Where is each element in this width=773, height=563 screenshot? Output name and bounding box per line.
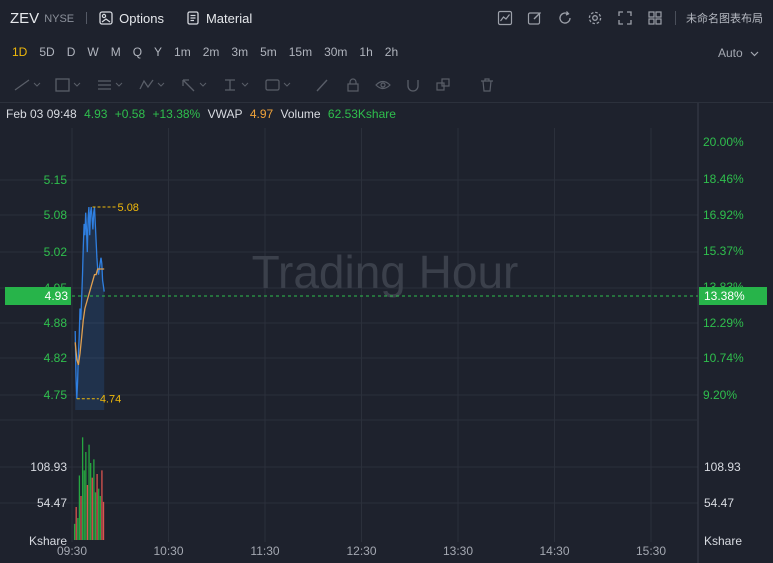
percent-tick-label: 20.00%: [703, 135, 744, 149]
volume-tick-label: 108.93: [30, 460, 67, 474]
volume-bar: [91, 477, 93, 540]
price-tick-label: 4.82: [44, 351, 68, 365]
volume-bar: [93, 459, 95, 540]
volume-bar: [75, 507, 77, 540]
percent-tick-label: 12.29%: [703, 316, 744, 330]
volume-bar: [80, 496, 82, 540]
current-pct-tag-label: 13.38%: [704, 289, 745, 303]
quote-info-line: Feb 03 09:48 4.93 +0.58 +13.38% VWAP 4.9…: [6, 107, 400, 121]
time-tick-label: 11:30: [250, 544, 279, 558]
price-chart[interactable]: Trading Hour5.084.745.155.085.024.954.88…: [0, 0, 773, 563]
volume-bar: [88, 444, 90, 540]
current-price-tag-label: 4.93: [45, 289, 69, 303]
info-price: 4.93: [84, 107, 108, 121]
info-change: +0.58: [114, 107, 146, 121]
time-tick-label: 09:30: [57, 544, 87, 558]
watermark-text: Trading Hour: [252, 246, 519, 298]
time-tick-label: 14:30: [539, 544, 569, 558]
volume-bar: [90, 463, 92, 540]
percent-tick-label: 15.37%: [703, 244, 744, 258]
volume-tick-label: 54.47: [37, 496, 67, 510]
low-marker-label: 4.74: [100, 394, 121, 406]
volume-bar: [78, 475, 81, 540]
price-tick-label: 5.15: [44, 173, 68, 187]
volume-bar: [94, 492, 97, 540]
price-tick-label: 5.08: [44, 208, 68, 222]
volume-tick-label-right: 108.93: [704, 460, 741, 474]
volume-unit-label-right: Kshare: [704, 534, 742, 548]
info-date: Feb 03 09:48: [6, 107, 77, 121]
percent-tick-label: 9.20%: [703, 388, 737, 402]
percent-tick-label: 10.74%: [703, 351, 744, 365]
info-vwap-label: VWAP: [207, 107, 243, 121]
volume-bar: [77, 518, 79, 540]
time-tick-label: 15:30: [636, 544, 666, 558]
time-tick-label: 13:30: [443, 544, 473, 558]
volume-bar: [85, 452, 87, 540]
volume-tick-label-right: 54.47: [704, 496, 734, 510]
info-volume-label: Volume: [280, 107, 321, 121]
volume-bar: [99, 496, 101, 540]
volume-bar: [96, 474, 98, 540]
volume-bar: [81, 437, 84, 540]
volume-bar: [83, 470, 85, 540]
info-vwap-value: 4.97: [249, 107, 274, 121]
price-tick-label: 5.02: [44, 245, 68, 259]
volume-bar: [98, 488, 100, 540]
volume-bar: [86, 485, 89, 540]
percent-tick-label: 16.92%: [703, 208, 744, 222]
info-change-pct: +13.38%: [152, 107, 201, 121]
price-tick-label: 4.88: [44, 316, 68, 330]
percent-tick-label: 18.46%: [703, 172, 744, 186]
volume-bar: [101, 470, 103, 540]
time-tick-label: 10:30: [153, 544, 183, 558]
volume-bar: [73, 523, 76, 540]
high-marker-label: 5.08: [118, 202, 139, 214]
volume-bar: [102, 501, 105, 540]
price-tick-label: 4.75: [44, 388, 68, 402]
info-volume-value: 62.53Kshare: [327, 107, 396, 121]
time-tick-label: 12:30: [346, 544, 376, 558]
